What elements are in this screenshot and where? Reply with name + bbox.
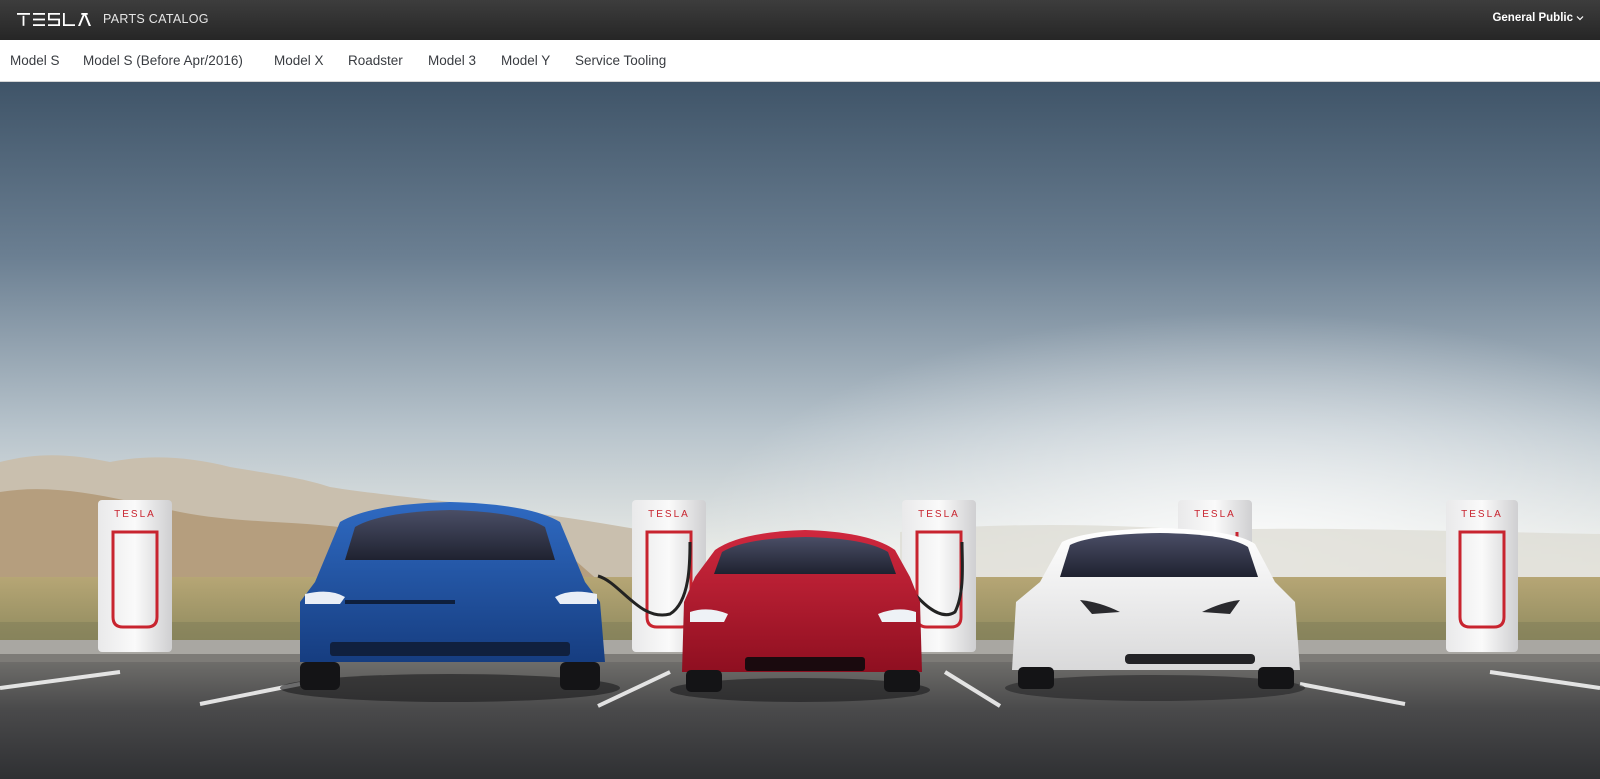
nav-model-x[interactable]: Model X (274, 53, 324, 68)
svg-text:TESLA: TESLA (648, 509, 690, 520)
nav-model-3[interactable]: Model 3 (428, 53, 476, 68)
nav-model-s[interactable]: Model S (10, 53, 60, 68)
svg-text:TESLA: TESLA (114, 509, 156, 520)
nav-model-y[interactable]: Model Y (501, 53, 550, 68)
model-nav: Model S Model S (Before Apr/2016) Model … (0, 40, 1600, 82)
catalog-title: PARTS CATALOG (103, 12, 209, 26)
charger-1: TESLA (98, 500, 172, 652)
charger-5: TESLA (1446, 500, 1518, 652)
top-bar: PARTS CATALOG General Public (0, 0, 1600, 40)
svg-text:TESLA: TESLA (918, 509, 960, 520)
audience-label: General Public (1492, 12, 1573, 24)
hero-banner: TESLA TESLA TESLA TESLA TESLA (0, 82, 1600, 779)
nav-service-tooling[interactable]: Service Tooling (575, 53, 666, 68)
nav-model-s-before-2016[interactable]: Model S (Before Apr/2016) (83, 53, 243, 68)
tesla-logo[interactable] (17, 13, 93, 26)
hero-image: TESLA TESLA TESLA TESLA TESLA (0, 82, 1600, 779)
chevron-down-icon (1576, 16, 1584, 21)
nav-roadster[interactable]: Roadster (348, 53, 403, 68)
audience-selector[interactable]: General Public (1492, 12, 1584, 24)
svg-text:TESLA: TESLA (1461, 509, 1503, 520)
svg-text:TESLA: TESLA (1194, 509, 1236, 520)
